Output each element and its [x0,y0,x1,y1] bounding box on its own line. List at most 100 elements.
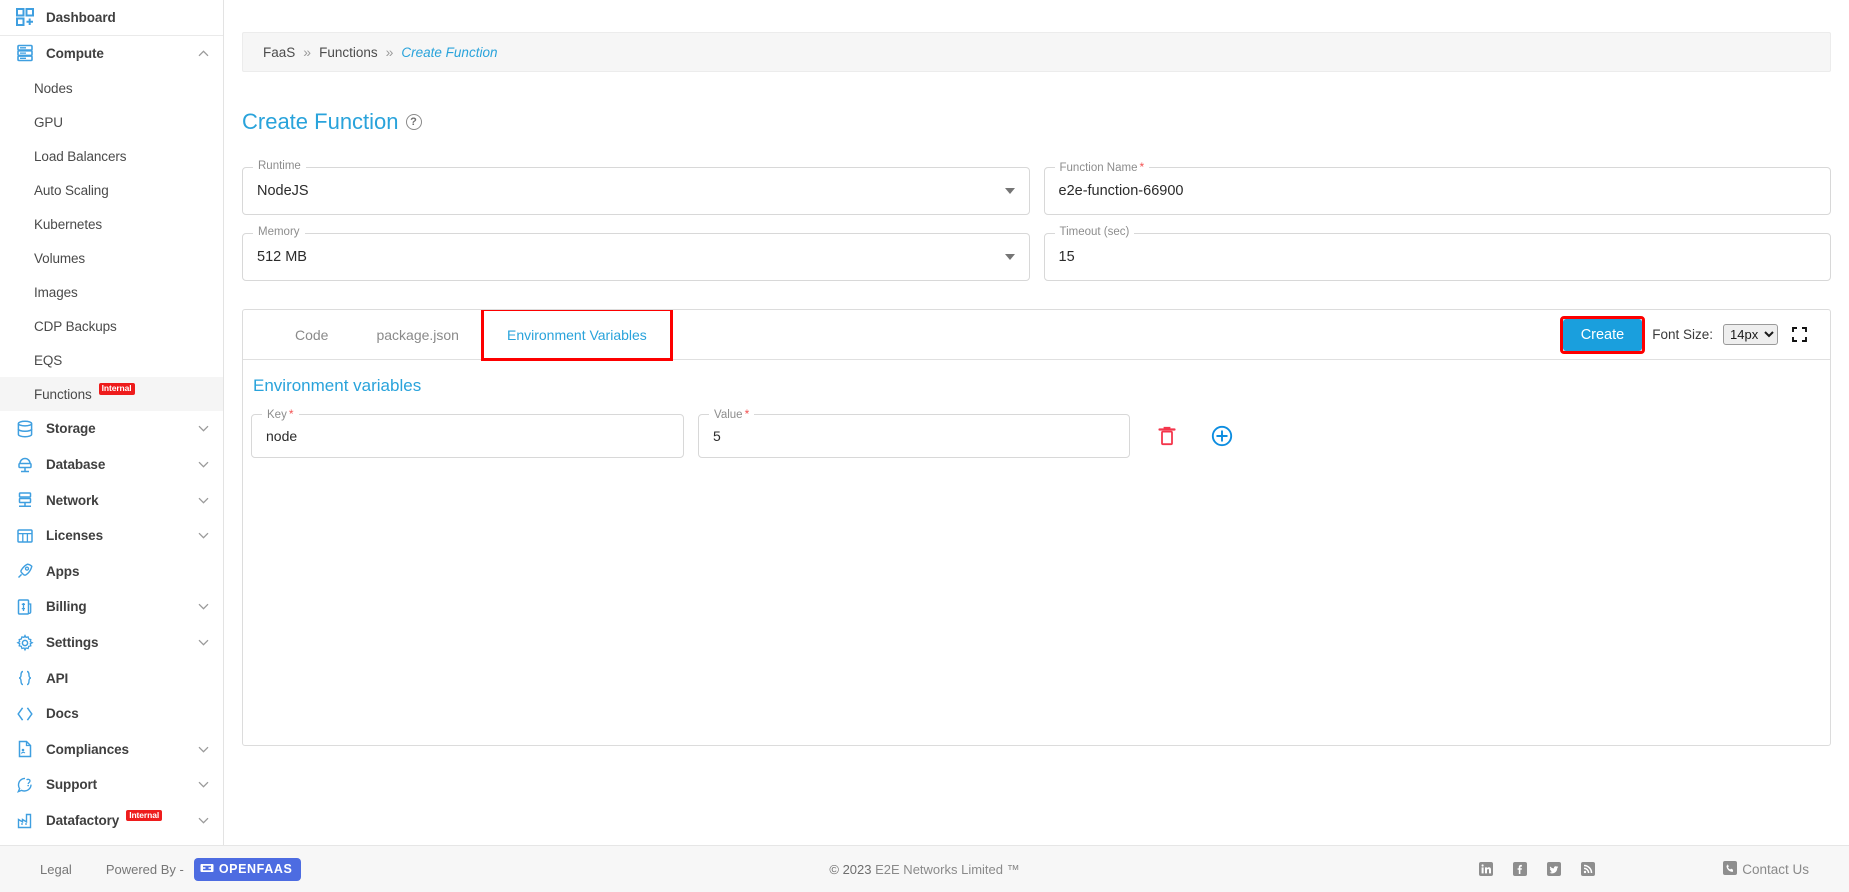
sidebar-item-eqs[interactable]: EQS [0,343,223,377]
sidebar-item-network[interactable]: Network [0,482,223,518]
sidebar-item-gpu[interactable]: GPU [0,105,223,139]
sidebar-item-label: Auto Scaling [34,182,109,198]
footer-left: Legal Powered By - OPENFAAS [0,857,302,881]
runtime-label: Runtime [253,160,306,173]
memory-select[interactable]: Memory 512 MB [242,226,1030,282]
env-key-field[interactable]: Key * node [251,407,684,459]
footer: Legal Powered By - OPENFAAS © 2023 E2E N… [0,845,1849,892]
timeout-value: 15 [1058,249,1075,266]
sidebar-item-storage[interactable]: Storage [0,411,223,447]
editor-tabs: Code package.json Environment Variables [243,310,673,362]
page-title-row: Create Function ? [242,94,1849,149]
sidebar-item-licenses[interactable]: Licenses [0,518,223,554]
memory-value: 512 MB [257,249,307,266]
powered-by-label: Powered By - [105,861,184,877]
database-icon [14,454,36,476]
env-key-label: Key * [262,407,299,422]
breadcrumb-item-create-function: Create Function [401,44,498,60]
plus-circle-icon[interactable] [1210,424,1234,448]
create-button[interactable]: Create [1562,318,1643,351]
editor-panel: Code package.json Environment Variables … [242,309,1831,747]
breadcrumb-item-functions[interactable]: Functions [319,45,378,60]
tab-code[interactable]: Code [271,310,352,359]
env-value-value: 5 [713,428,721,445]
sidebar-item-volumes[interactable]: Volumes [0,241,223,275]
legal-link[interactable]: Legal [40,862,72,877]
chevron-down-icon [197,637,209,649]
linkedin-icon[interactable] [1479,862,1494,876]
font-size-select[interactable]: 14px [1723,324,1778,346]
sidebar-item-database[interactable]: Database [0,447,223,483]
chevron-down-icon [197,423,209,435]
sidebar-item-cdp-backups[interactable]: CDP Backups [0,309,223,343]
required-marker: * [288,407,294,422]
sidebar-item-settings[interactable]: Settings [0,625,223,661]
copyright-company: E2E Networks Limited ™ [875,861,1020,877]
function-name-label: Function Name * [1054,160,1150,175]
trash-icon[interactable] [1156,424,1178,448]
billing-icon [14,596,36,618]
rocket-icon [14,560,36,582]
sidebar-item-api[interactable]: API [0,660,223,696]
main-content: FaaS » Functions » Create Function Creat… [224,0,1849,892]
chevron-down-icon [197,815,209,827]
runtime-select[interactable]: Runtime NodeJS [242,160,1030,216]
sidebar-item-label: Nodes [34,80,73,96]
code-brackets-icon [14,703,36,725]
sidebar-item-compliances[interactable]: Compliances [0,732,223,768]
tab-environment-variables[interactable]: Environment Variables [480,310,673,362]
sidebar-item-docs[interactable]: Docs [0,696,223,732]
powered-by-group: Powered By - OPENFAAS [105,857,302,881]
chevron-down-icon [197,459,209,471]
sidebar-item-functions[interactable]: Functions Internal [0,377,223,412]
openfaas-label: OPENFAAS [218,862,293,876]
datafactory-icon [14,810,36,832]
twitter-icon[interactable] [1547,862,1562,876]
sidebar-item-label: Billing [46,599,87,615]
sidebar-item-auto-scaling[interactable]: Auto Scaling [0,173,223,207]
function-form: Runtime NodeJS Function Name * e2e-functi… [242,160,1831,282]
sidebar-item-support[interactable]: Support [0,767,223,803]
memory-label: Memory [253,226,305,239]
help-circle-icon[interactable]: ? [405,113,422,130]
phone-icon [1723,860,1738,878]
chevron-down-icon[interactable] [1004,188,1015,195]
sidebar: Dashboard Compute Nodes GPU Load Balance… [0,0,224,892]
tab-package-json[interactable]: package.json [352,310,483,359]
chevron-down-icon[interactable] [1004,254,1015,261]
internal-badge: Internal [98,383,135,396]
function-name-field[interactable]: Function Name * e2e-function-66900 [1043,160,1831,216]
sidebar-item-label: Support [46,777,98,793]
sidebar-item-label: Dashboard [46,9,116,25]
sidebar-item-label: Datafactory [46,813,120,829]
licenses-icon [14,525,36,547]
chevron-down-icon [197,779,209,791]
sidebar-item-load-balancers[interactable]: Load Balancers [0,139,223,173]
sidebar-item-label: API [46,670,69,686]
openfaas-badge[interactable]: OPENFAAS [193,857,302,881]
sidebar-item-kubernetes[interactable]: Kubernetes [0,207,223,241]
sidebar-item-billing[interactable]: Billing [0,589,223,625]
timeout-field[interactable]: Timeout (sec) 15 [1043,226,1831,282]
rss-icon[interactable] [1581,862,1596,876]
sidebar-item-images[interactable]: Images [0,275,223,309]
sidebar-item-apps[interactable]: Apps [0,554,223,590]
sidebar-item-nodes[interactable]: Nodes [0,71,223,105]
contact-us-link[interactable]: Contact Us [1723,860,1809,878]
sidebar-item-datafactory[interactable]: Datafactory Internal [0,803,223,839]
editor-actions: Create Font Size: 14px [1559,315,1820,354]
sidebar-item-dashboard[interactable]: Dashboard [0,0,223,36]
env-value-field[interactable]: Value * 5 [698,407,1130,459]
timeout-label: Timeout (sec) [1054,226,1135,239]
breadcrumb-item-faas[interactable]: FaaS [263,45,295,60]
sidebar-item-compute[interactable]: Compute [0,36,223,72]
document-icon [14,738,36,760]
font-size-label: Font Size: [1652,327,1713,343]
sidebar-item-label: Images [34,284,78,300]
facebook-icon[interactable] [1513,862,1528,876]
fullscreen-icon[interactable] [1792,327,1808,343]
sidebar-item-label: Network [46,492,99,508]
sidebar-item-label: Load Balancers [34,148,127,164]
env-key-value: node [266,428,298,445]
footer-right: Contact Us [1479,860,1849,878]
